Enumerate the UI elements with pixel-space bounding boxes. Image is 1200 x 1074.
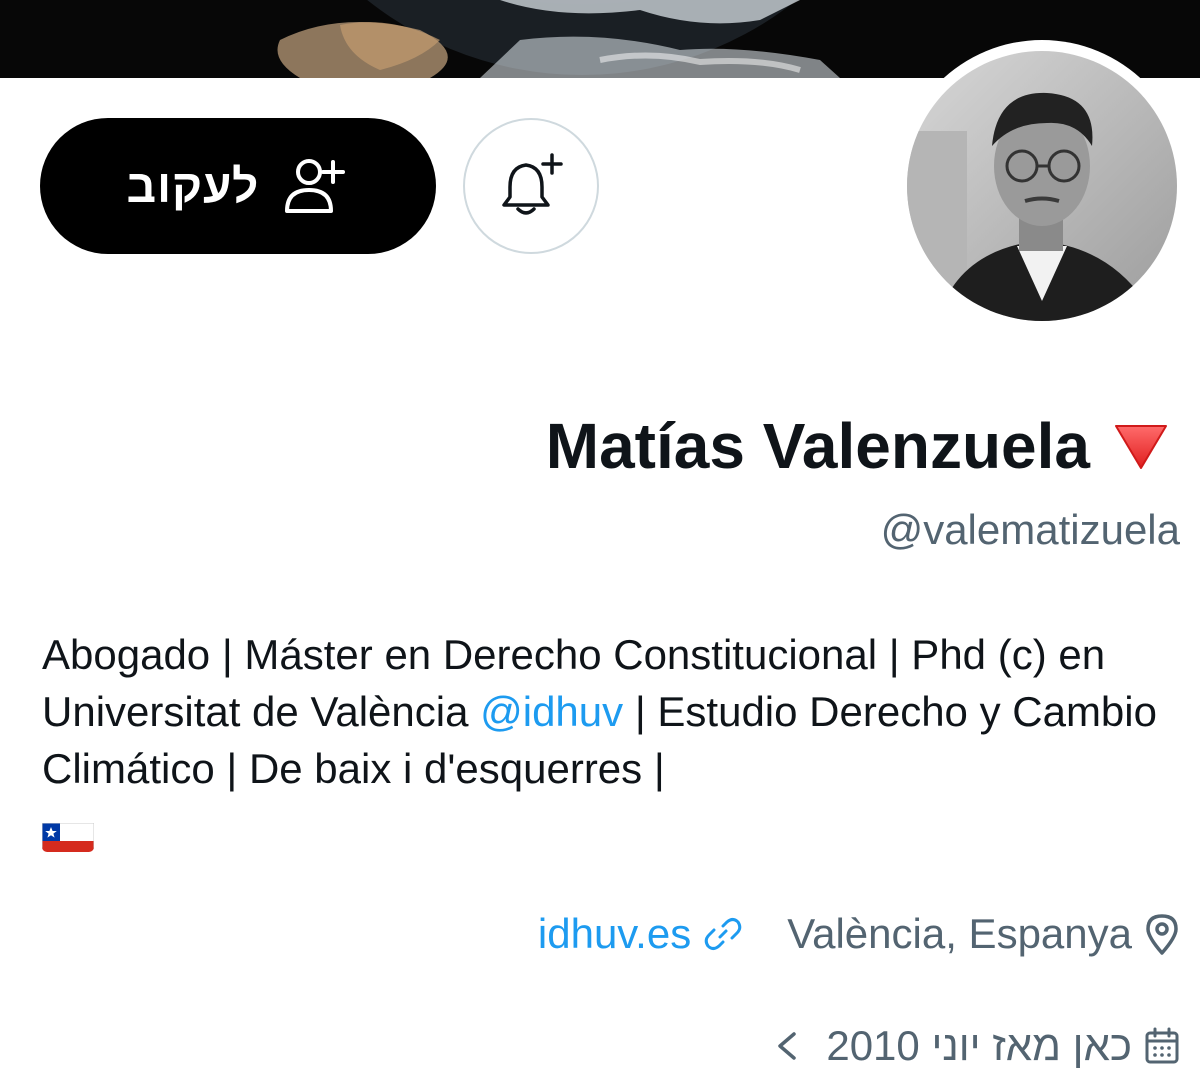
chile-flag-icon <box>42 822 94 852</box>
location-pin-icon <box>1146 914 1178 955</box>
avatar <box>907 51 1177 321</box>
avatar-container[interactable] <box>896 40 1188 332</box>
display-name: Matías Valenzuela <box>546 406 1170 486</box>
follow-button-label: לעקוב <box>126 160 260 212</box>
website-link[interactable]: idhuv.es <box>538 906 691 962</box>
chevron-left-icon[interactable] <box>774 1026 800 1066</box>
joined-row[interactable]: כאן מאז יוני 2010 <box>774 1018 1180 1074</box>
person-add-icon <box>285 159 346 213</box>
bio-mention-link[interactable]: @idhuv <box>480 688 623 735</box>
bell-plus-icon <box>502 153 563 215</box>
location-text: València, Espanya <box>787 910 1132 957</box>
website-item[interactable]: idhuv.es <box>538 906 743 962</box>
red-triangle-emoji-icon <box>1115 425 1167 469</box>
location-item: València, Espanya <box>787 906 1180 962</box>
display-name-text: Matías Valenzuela <box>545 410 1090 482</box>
chile-flag-emoji <box>42 816 94 852</box>
user-handle: @valematizuela <box>880 506 1180 553</box>
profile-meta-row: idhuv.es València, Espanya <box>538 906 1180 962</box>
link-icon <box>704 918 742 950</box>
notifications-button[interactable] <box>463 118 599 254</box>
joined-date-text: כאן מאז יוני 2010 <box>826 1022 1132 1069</box>
bio: Abogado | Máster en Derecho Constitucion… <box>42 626 1177 854</box>
follow-button[interactable]: לעקוב <box>40 118 436 254</box>
calendar-icon <box>1145 1027 1179 1064</box>
